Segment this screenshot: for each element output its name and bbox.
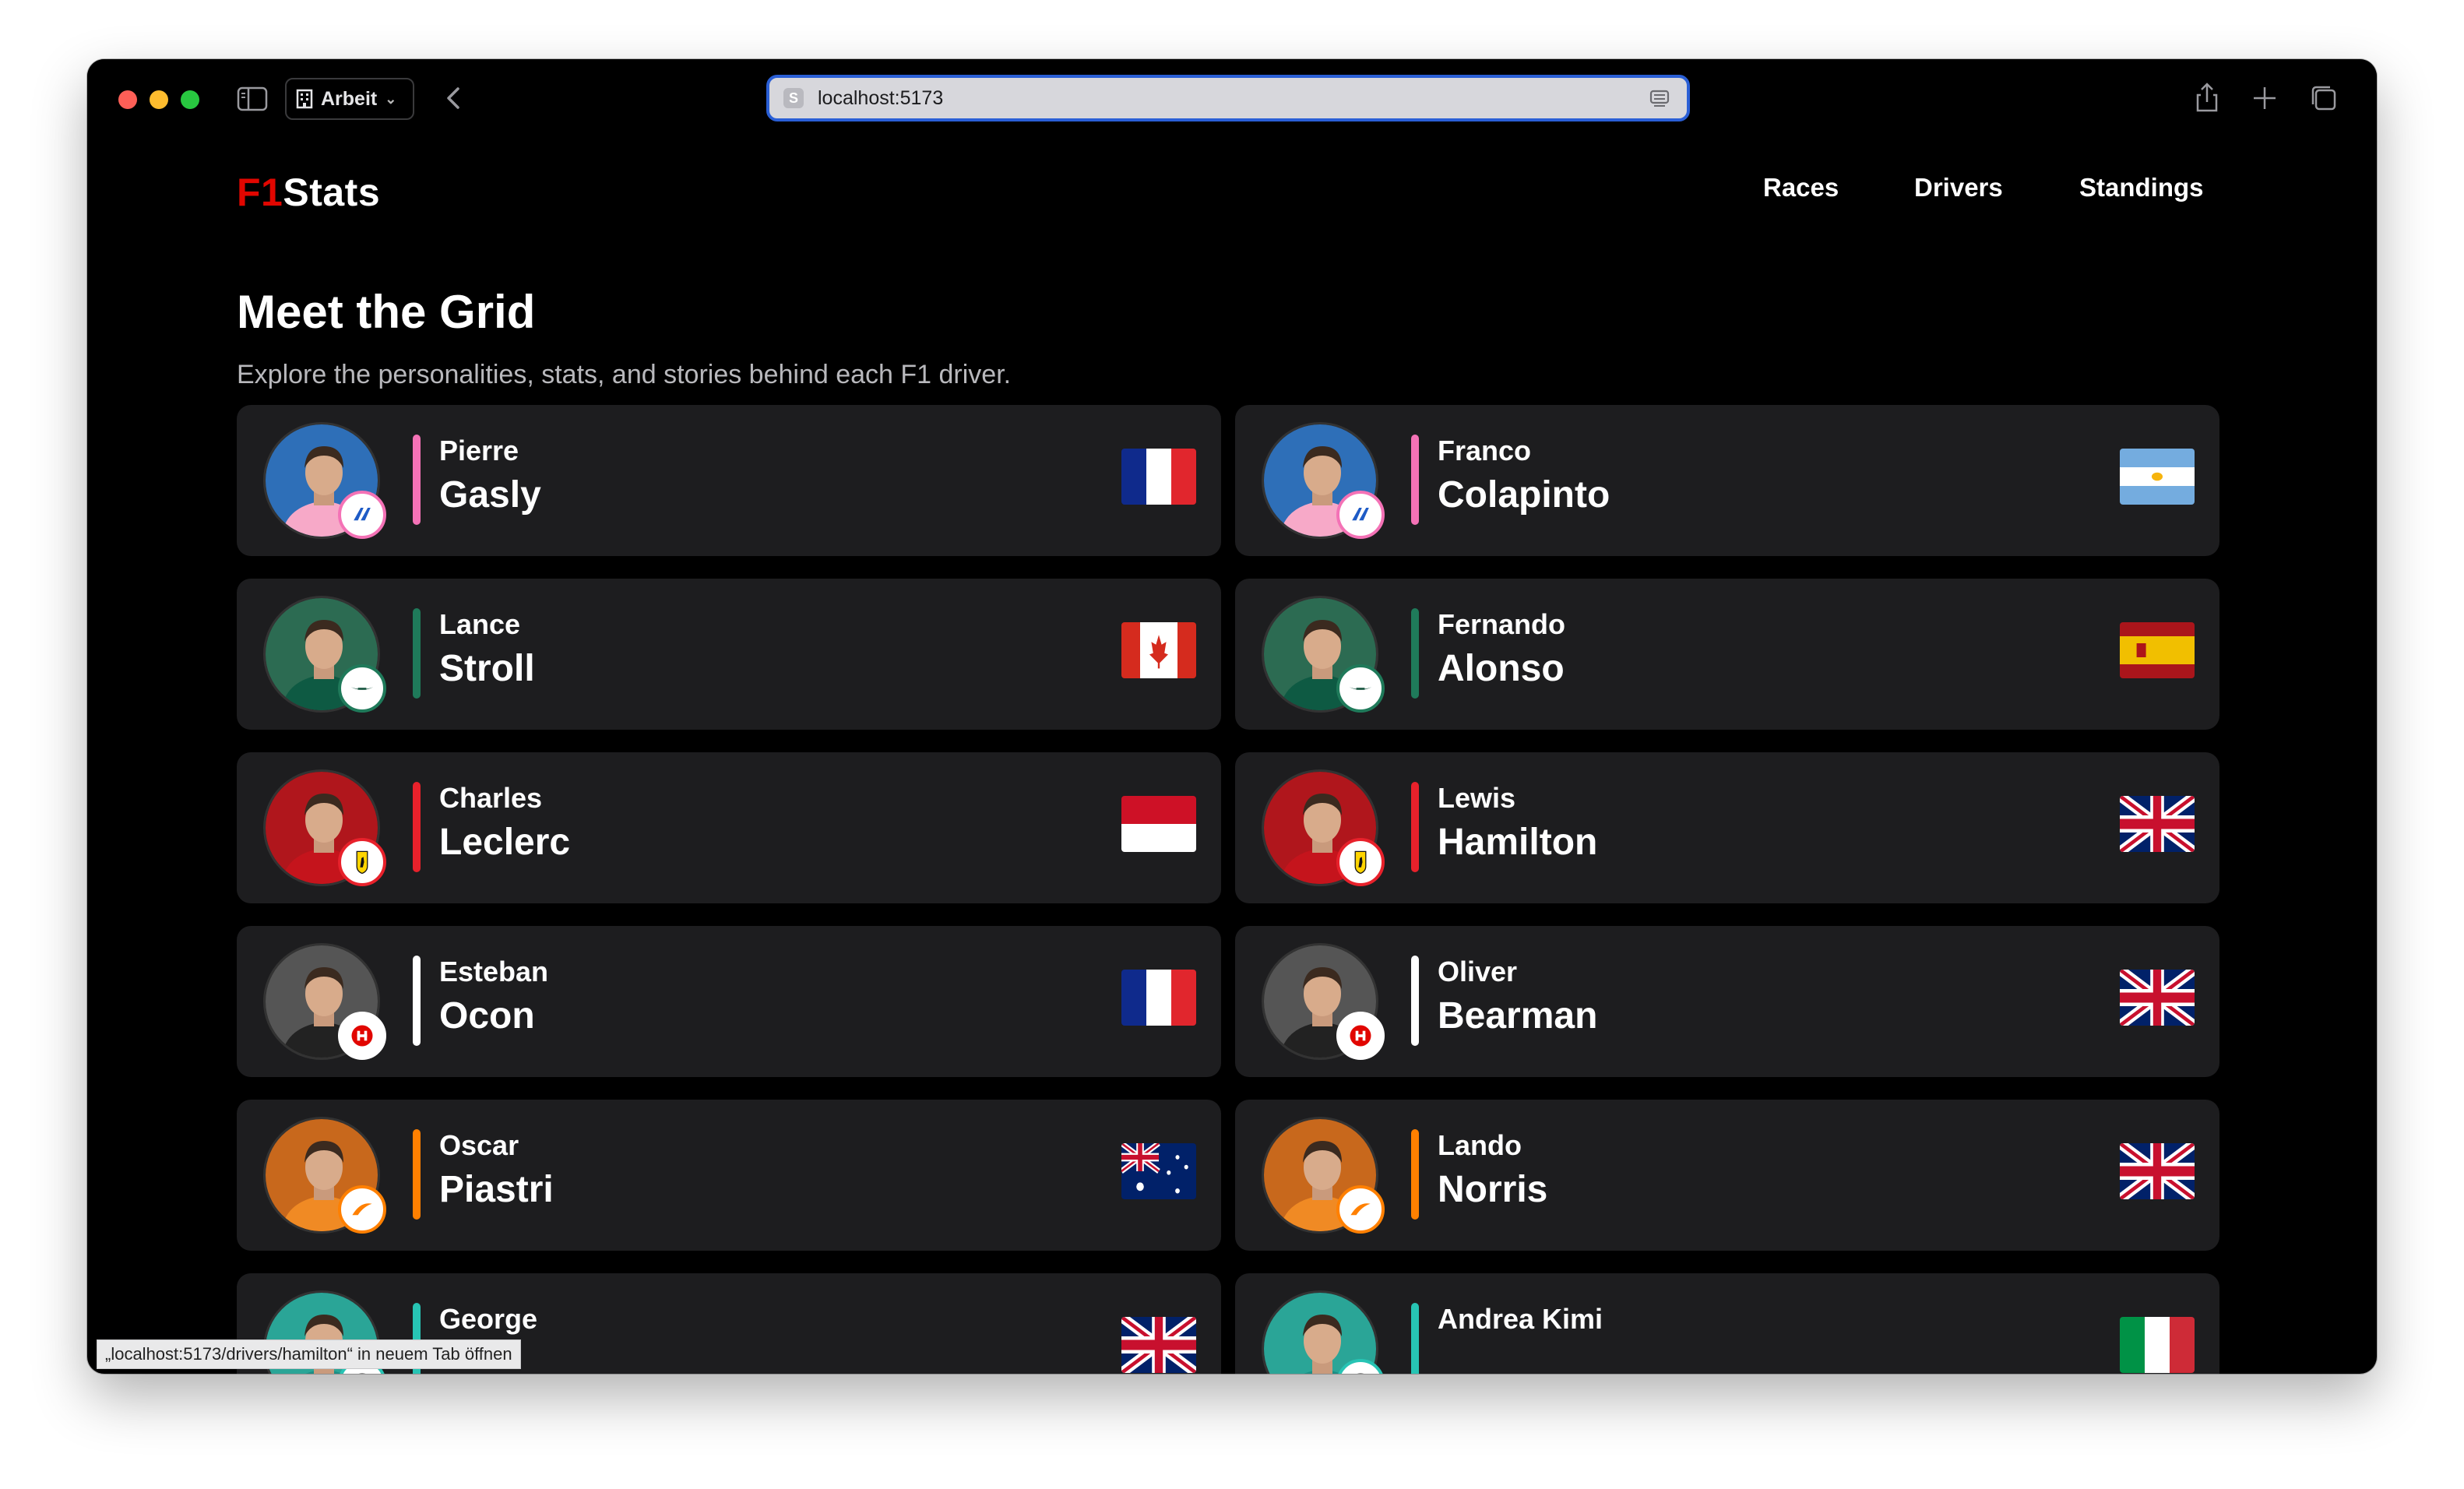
driver-last-name: Alonso — [1438, 648, 1565, 689]
nav-standings[interactable]: Standings — [2079, 173, 2204, 202]
nav-drivers[interactable]: Drivers — [1914, 173, 2003, 202]
team-color-bar — [1411, 608, 1419, 699]
tab-overview-icon[interactable] — [2307, 81, 2341, 115]
flag-france-icon — [1121, 970, 1196, 1026]
driver-first-name: Lando — [1438, 1129, 1522, 1161]
driver-first-name: Charles — [439, 782, 543, 814]
driver-first-name: Oliver — [1438, 956, 1518, 987]
chevron-down-icon: ⌄ — [385, 90, 397, 107]
site-icon: S — [783, 88, 804, 108]
team-color-bar — [413, 956, 421, 1046]
building-icon — [296, 89, 313, 109]
driver-first-name: George — [439, 1303, 538, 1335]
driver-last-name: Colapinto — [1438, 474, 1610, 516]
page-title: Meet the Grid — [237, 286, 536, 338]
team-color-bar — [413, 1129, 421, 1220]
driver-first-name: Lewis — [1438, 782, 1516, 814]
driver-first-name: Pierre — [439, 435, 519, 466]
flag-united-kingdom-icon — [2120, 796, 2195, 852]
team-color-bar — [1411, 435, 1419, 525]
driver-card-lewis-hamilton[interactable]: Lewis Hamilton — [1235, 752, 2219, 903]
browser-toolbar: Arbeit ⌄ S localhost:5173 — [87, 59, 2377, 137]
driver-last-name: Gasly — [439, 474, 541, 516]
driver-card-andrea-kimi[interactable]: Andrea Kimi — [1235, 1273, 2219, 1374]
driver-card-franco-colapinto[interactable]: Franco Colapinto — [1235, 405, 2219, 556]
zoom-window-button[interactable] — [181, 90, 199, 109]
address-bar[interactable]: S localhost:5173 — [766, 75, 1690, 121]
driver-last-name: Leclerc — [439, 822, 571, 863]
driver-last-name: Ocon — [439, 995, 535, 1037]
driver-last-name: Bearman — [1438, 995, 1598, 1037]
team-color-bar — [1411, 782, 1419, 872]
team-color-bar — [1411, 956, 1419, 1046]
url-text: localhost:5173 — [818, 86, 944, 109]
flag-canada-icon — [1121, 622, 1196, 678]
flag-united-kingdom-icon — [2120, 1143, 2195, 1199]
alpine-logo-icon — [1336, 491, 1385, 539]
driver-last-name: Hamilton — [1438, 822, 1598, 863]
reader-mode-icon[interactable] — [1649, 89, 1670, 109]
team-color-bar — [413, 608, 421, 699]
ferrari-logo-icon — [338, 838, 386, 886]
minimize-window-button[interactable] — [150, 90, 168, 109]
flag-united-kingdom-icon — [1121, 1317, 1196, 1373]
driver-last-name: Stroll — [439, 648, 535, 689]
driver-first-name: Andrea Kimi — [1438, 1303, 1603, 1335]
flag-italy-icon — [2120, 1317, 2195, 1373]
flag-monaco-icon — [1121, 796, 1196, 852]
team-color-bar — [413, 435, 421, 525]
team-color-bar — [413, 782, 421, 872]
aston-martin-logo-icon — [1336, 664, 1385, 713]
driver-card-fernando-alonso[interactable]: Fernando Alonso — [1235, 579, 2219, 730]
close-window-button[interactable] — [118, 90, 137, 109]
flag-australia-icon — [1121, 1143, 1196, 1199]
link-status-tooltip: „localhost:5173/drivers/hamilton“ in neu… — [97, 1339, 521, 1369]
team-color-bar — [1411, 1129, 1419, 1220]
driver-first-name: Fernando — [1438, 608, 1566, 640]
site-logo[interactable]: F1Stats — [237, 170, 380, 215]
mclaren-logo-icon — [338, 1185, 386, 1234]
driver-card-lando-norris[interactable]: Lando Norris — [1235, 1100, 2219, 1251]
team-color-bar — [1411, 1303, 1419, 1374]
flag-spain-icon — [2120, 622, 2195, 678]
site-header — [87, 137, 2377, 246]
tab-group-label: Arbeit — [321, 87, 378, 110]
driver-card-oscar-piastri[interactable]: Oscar Piastri — [237, 1100, 1221, 1251]
browser-window: Arbeit ⌄ S localhost:5173 F1Stats Races … — [87, 59, 2377, 1374]
driver-card-lance-stroll[interactable]: Lance Stroll — [237, 579, 1221, 730]
driver-first-name: Lance — [439, 608, 521, 640]
sidebar-toggle-icon[interactable] — [237, 86, 268, 112]
page-subtitle: Explore the personalities, stats, and st… — [237, 360, 1012, 389]
tab-group-selector[interactable]: Arbeit ⌄ — [285, 78, 414, 120]
driver-first-name: Franco — [1438, 435, 1532, 466]
share-icon[interactable] — [2190, 81, 2224, 115]
ferrari-logo-icon — [1336, 838, 1385, 886]
driver-card-esteban-ocon[interactable]: Esteban Ocon — [237, 926, 1221, 1077]
flag-united-kingdom-icon — [2120, 970, 2195, 1026]
flag-france-icon — [1121, 449, 1196, 505]
flag-argentina-icon — [2120, 449, 2195, 505]
mclaren-logo-icon — [1336, 1185, 1385, 1234]
aston-martin-logo-icon — [338, 664, 386, 713]
alpine-logo-icon — [338, 491, 386, 539]
driver-card-charles-leclerc[interactable]: Charles Leclerc — [237, 752, 1221, 903]
haas-logo-icon — [338, 1012, 386, 1060]
driver-card-oliver-bearman[interactable]: Oliver Bearman — [1235, 926, 2219, 1077]
back-arrow-icon[interactable] — [439, 83, 467, 114]
driver-card-pierre-gasly[interactable]: Pierre Gasly — [237, 405, 1221, 556]
nav-races[interactable]: Races — [1763, 173, 1839, 202]
new-tab-icon[interactable] — [2248, 81, 2282, 115]
driver-first-name: Esteban — [439, 956, 549, 987]
driver-last-name: Norris — [1438, 1169, 1548, 1210]
driver-last-name: Piastri — [439, 1169, 554, 1210]
haas-logo-icon — [1336, 1012, 1385, 1060]
driver-first-name: Oscar — [439, 1129, 519, 1161]
